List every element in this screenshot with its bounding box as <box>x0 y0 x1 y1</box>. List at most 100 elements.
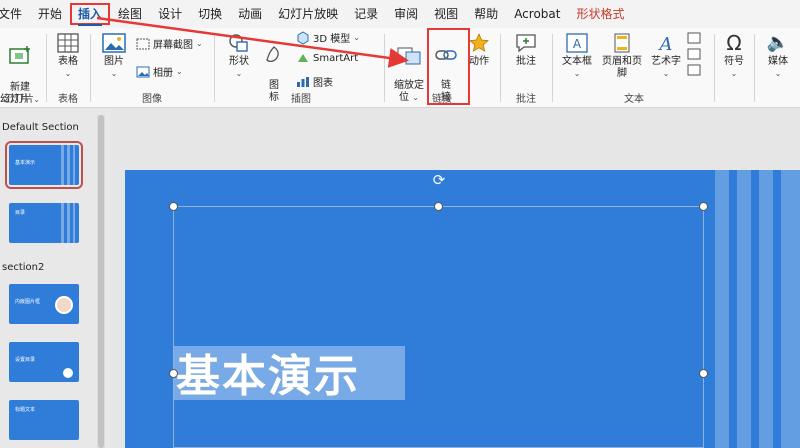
new-slide-icon <box>9 46 30 64</box>
ribbon-tabs: 文件 开始 插入 绘图 设计 切换 动画 幻灯片放映 记录 审阅 视图 帮助 A… <box>0 0 800 28</box>
rotate-handle-icon[interactable]: ⟳ <box>431 172 447 188</box>
separator <box>90 34 91 102</box>
table-button[interactable]: 表格 ⌄ <box>52 32 84 80</box>
tab-review[interactable]: 审阅 <box>386 0 426 28</box>
link-highlight-box <box>427 28 470 105</box>
zoom-icon <box>397 47 421 65</box>
separator <box>214 34 215 102</box>
symbol-button[interactable]: Ω 符号 ⌄ <box>718 32 750 80</box>
shape-selection-box[interactable] <box>173 206 704 448</box>
resize-handle-left[interactable] <box>169 369 178 378</box>
separator <box>754 34 755 102</box>
group-label-text: 文本 <box>624 94 644 105</box>
pictures-button[interactable]: 图片 ⌄ <box>98 32 130 80</box>
group-media: 🔈 媒体 ⌄ <box>756 28 800 108</box>
text-small-buttons[interactable] <box>686 32 702 80</box>
group-slides: 新建 幻灯片 ⌄ 幻灯片 <box>0 28 44 108</box>
picture-icon <box>102 33 126 53</box>
resize-handle-top-left[interactable] <box>169 202 178 211</box>
tab-acrobat[interactable]: Acrobat <box>506 0 568 28</box>
tab-draw[interactable]: 绘图 <box>110 0 150 28</box>
slide-stripe <box>715 170 729 448</box>
textbox-button[interactable]: A 文本框 ⌄ <box>558 32 596 80</box>
section-header-default[interactable]: Default Section <box>2 122 79 133</box>
omega-icon: Ω <box>726 31 742 55</box>
photo-album-icon <box>136 66 150 77</box>
wordart-icon: A <box>658 34 673 54</box>
slide-thumbnail-text: 标题文本 <box>15 407 36 413</box>
tab-help[interactable]: 帮助 <box>466 0 506 28</box>
group-tables: 表格 ⌄ 表格 <box>48 28 88 108</box>
table-icon <box>57 33 79 53</box>
group-label-slides: 幻灯片 <box>4 94 34 105</box>
cube-icon <box>297 30 309 45</box>
tab-insert[interactable]: 插入 <box>70 0 111 28</box>
svg-text:A: A <box>658 34 673 54</box>
separator <box>46 34 47 102</box>
powerpoint-window: 文件 开始 插入 绘图 设计 切换 动画 幻灯片放映 记录 审阅 视图 帮助 A… <box>0 0 800 448</box>
smartart-button[interactable]: SmartArt <box>296 52 358 64</box>
tab-insert-highlight <box>70 3 111 25</box>
thumbnails-scrollbar[interactable] <box>97 115 105 448</box>
slide-thumbnail-text: 目录 <box>15 210 26 216</box>
slide-stripe <box>737 170 751 448</box>
3d-models-button[interactable]: 3D 模型 ⌄ <box>296 30 360 45</box>
shapes-button[interactable]: 形状 ⌄ <box>222 32 256 80</box>
group-images: 图片 ⌄ 屏幕截图 ⌄ 相册 ⌄ 图像 <box>92 28 212 108</box>
tab-animations[interactable]: 动画 <box>230 0 270 28</box>
icons-icon <box>266 46 279 63</box>
tab-home[interactable]: 开始 <box>30 0 70 28</box>
slide-thumbnail-4[interactable]: 设置目录 <box>9 342 79 382</box>
group-comments: 批注 批注 <box>502 28 550 108</box>
comment-button[interactable]: 批注 <box>510 32 542 68</box>
svg-text:A: A <box>573 37 582 51</box>
date-icon <box>687 32 701 44</box>
tab-shape-format[interactable]: 形状格式 <box>568 0 632 28</box>
smartart-icon <box>298 54 308 62</box>
header-footer-icon <box>614 33 630 53</box>
photo-album-button[interactable]: 相册 ⌄ <box>136 64 183 79</box>
object-icon <box>687 64 701 76</box>
screenshot-button[interactable]: 屏幕截图 ⌄ <box>136 36 203 51</box>
resize-handle-right[interactable] <box>699 369 708 378</box>
section-header-section2[interactable]: section2 <box>2 262 44 273</box>
comment-icon <box>516 34 536 53</box>
group-label-comments: 批注 <box>516 94 536 105</box>
group-label-tables: 表格 <box>58 94 78 105</box>
group-symbols: Ω 符号 ⌄ <box>716 28 752 108</box>
separator <box>384 34 385 102</box>
slide-thumbnail-text: 设置目录 <box>15 357 36 363</box>
speaker-icon: 🔈 <box>766 32 790 53</box>
slide-thumbnail-1[interactable]: 基本演示 <box>5 141 83 189</box>
resize-handle-top[interactable] <box>434 202 443 211</box>
scrollbar-thumb[interactable] <box>98 115 104 448</box>
textbox-icon: A <box>566 33 588 53</box>
thumbnail-circle <box>63 368 73 378</box>
slide-thumbnail-2[interactable]: 目录 <box>9 203 79 243</box>
thumbnail-stripes <box>61 145 75 185</box>
group-text: A 文本框 ⌄ 页眉和页脚 A 艺术字 ⌄ 文本 <box>554 28 714 108</box>
resize-handle-top-right[interactable] <box>699 202 708 211</box>
tab-view[interactable]: 视图 <box>426 0 466 28</box>
tab-design[interactable]: 设计 <box>150 0 190 28</box>
ribbon: 新建 幻灯片 ⌄ 幻灯片 表格 ⌄ 表格 图片 ⌄ 屏幕截图 ⌄ 相册 ⌄ 图像… <box>0 28 800 108</box>
tab-transitions[interactable]: 切换 <box>190 0 230 28</box>
separator <box>714 34 715 102</box>
separator <box>552 34 553 102</box>
thumbnail-photo <box>55 296 73 314</box>
chart-button[interactable]: 图表 <box>296 74 333 89</box>
slide-thumbnail-5[interactable]: 标题文本 <box>9 400 79 440</box>
tab-slideshow[interactable]: 幻灯片放映 <box>270 0 346 28</box>
group-label-illustrations: 插图 <box>291 94 311 105</box>
tab-file[interactable]: 文件 <box>0 0 30 28</box>
chart-icon <box>297 76 309 87</box>
tab-record[interactable]: 记录 <box>346 0 386 28</box>
slide-stripe <box>781 170 800 448</box>
wordart-button[interactable]: A 艺术字 ⌄ <box>648 32 684 80</box>
separator <box>500 34 501 102</box>
thumbnail-stripes <box>61 203 75 243</box>
media-button[interactable]: 🔈 媒体 ⌄ <box>760 32 796 80</box>
group-label-images: 图像 <box>142 94 162 105</box>
header-footer-button[interactable]: 页眉和页脚 <box>598 32 646 80</box>
slide-thumbnail-3[interactable]: 内嵌图片框 <box>9 284 79 324</box>
